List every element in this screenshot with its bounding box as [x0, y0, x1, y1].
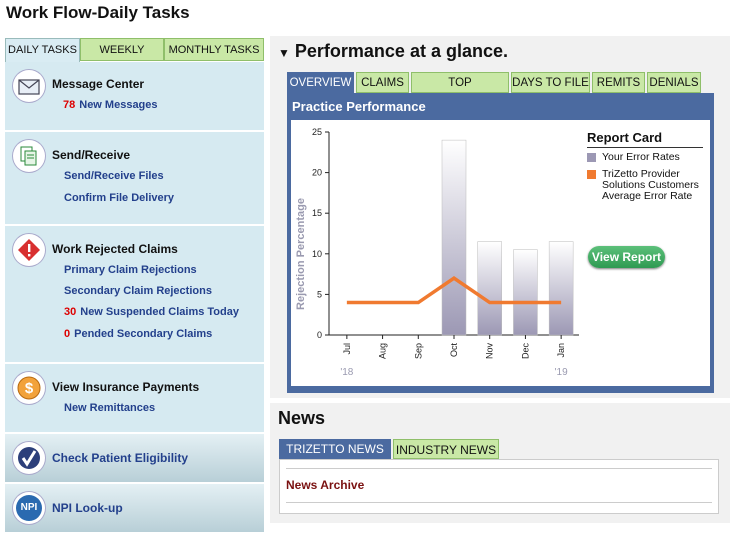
news-divider-bottom [286, 502, 712, 503]
news-archive-link[interactable]: News Archive [286, 478, 364, 492]
performance-heading-text: Performance at a glance. [294, 41, 508, 61]
legend-your-error-rates: Your Error Rates [602, 151, 680, 163]
y-tick-label: 5 [317, 289, 322, 299]
practice-performance-box: Practice Performance Rejection Percentag… [287, 93, 714, 393]
news-content: News Archive [279, 459, 719, 514]
envelope-icon [13, 70, 45, 102]
checkmark-icon [13, 442, 45, 474]
news-panel: News TRIZETTO NEWS INDUSTRY NEWS News Ar… [270, 403, 730, 523]
legend-average-error-rate: TriZetto Provider Solutions Customers Av… [602, 168, 699, 202]
y-tick-label: 15 [312, 208, 322, 218]
send-receive-files-link[interactable]: Send/Receive Files [64, 170, 164, 182]
patient-eligibility-title[interactable]: Check Patient Eligibility [52, 451, 188, 465]
confirm-file-delivery-link[interactable]: Confirm File Delivery [64, 192, 174, 204]
svg-text:$: $ [25, 380, 34, 397]
page-title: Work Flow-Daily Tasks [6, 3, 190, 22]
documents-icon [13, 140, 45, 172]
tab-remits[interactable]: REMITS [592, 72, 645, 93]
performance-heading: ▼ Performance at a glance. [278, 41, 508, 62]
tab-daily-tasks[interactable]: DAILY TASKS [5, 38, 80, 63]
npi-lookup-title[interactable]: NPI Look-up [52, 501, 123, 515]
tab-trizetto-news[interactable]: TRIZETTO NEWS [279, 439, 391, 459]
primary-claim-rejections-link[interactable]: Primary Claim Rejections [64, 264, 197, 276]
new-messages-count: 78 [63, 99, 76, 111]
chart-title: Practice Performance [292, 99, 426, 114]
y-axis-label: Rejection Percentage [295, 198, 307, 310]
year-label: '19 [555, 367, 568, 378]
chart-area: Rejection Percentage 0 5 10 15 20 25 Jul Aug Sep… [291, 120, 710, 386]
tab-denials[interactable]: DENIALS [647, 72, 701, 93]
daily-tasks-panel: DAILY TASKS WEEKLY TASKS MONTHLY TASKS M… [5, 38, 264, 536]
legend-swatch-your-error-rates [587, 153, 596, 162]
x-tick-label-sep: Sep [413, 343, 423, 359]
insurance-payments-section: $ View Insurance Payments New Remittance… [5, 364, 264, 434]
tab-industry-news[interactable]: INDUSTRY NEWS [393, 439, 499, 459]
news-heading: News [278, 408, 326, 428]
news-divider-top [286, 468, 712, 469]
performance-panel: ▼ Performance at a glance. OVERVIEW CLAIM… [270, 36, 730, 398]
tab-monthly-tasks[interactable]: MONTHLY TASKS [164, 38, 264, 61]
bar-nov [477, 241, 502, 336]
report-card-title: Report Card [587, 130, 663, 145]
dollar-coin-icon: $ [13, 372, 45, 404]
y-tick-label: 10 [312, 249, 322, 259]
legend-swatch-average-error-rate [587, 170, 596, 179]
suspended-claims-label: New Suspended Claims Today [80, 306, 239, 318]
tab-days-to-file[interactable]: DAYS TO FILE [511, 72, 590, 93]
message-center-title: Message Center [52, 77, 145, 91]
pended-claims-count: 0 [64, 328, 71, 340]
tab-weekly-tasks[interactable]: WEEKLY TASKS [80, 38, 164, 79]
rejected-claims-section: Work Rejected Claims Primary Claim Rejec… [5, 226, 264, 364]
bar-oct [441, 139, 467, 336]
x-tick-label-dec: Dec [520, 343, 530, 360]
x-tick-label-nov: Nov [485, 343, 495, 360]
view-report-button[interactable]: View Report [588, 246, 665, 268]
npi-lookup-section[interactable]: NPI NPI Look-up [5, 484, 264, 534]
send-receive-title: Send/Receive [52, 148, 131, 162]
message-center-section: Message Center 78 New Messages [5, 62, 264, 132]
task-tabs: DAILY TASKS WEEKLY TASKS MONTHLY TASKS [5, 38, 264, 79]
rejection-chart: Rejection Percentage 0 5 10 15 20 25 Jul Aug Sep… [295, 127, 579, 378]
warning-diamond-icon [13, 234, 45, 266]
tab-top-rejections[interactable]: TOP REJECTIONS [411, 72, 509, 110]
pended-claims-label: Pended Secondary Claims [74, 328, 213, 340]
patient-eligibility-section[interactable]: Check Patient Eligibility [5, 434, 264, 484]
x-tick-label-aug: Aug [378, 343, 388, 359]
npi-icon-text: NPI [16, 495, 42, 521]
insurance-payments-title: View Insurance Payments [52, 380, 200, 394]
send-receive-section: Send/Receive Send/Receive Files Confirm … [5, 132, 264, 226]
y-tick-label: 0 [317, 330, 322, 340]
rejected-claims-title: Work Rejected Claims [52, 242, 178, 256]
report-card-divider [587, 147, 703, 148]
x-tick-label-jan: Jan [556, 343, 566, 358]
x-tick-label-oct: Oct [449, 343, 459, 358]
new-messages-link[interactable]: 78 New Messages [63, 99, 158, 111]
new-messages-label: New Messages [79, 99, 158, 111]
bar-jan [548, 241, 574, 336]
tab-overview[interactable]: OVERVIEW [287, 72, 354, 94]
npi-icon: NPI [13, 492, 45, 524]
suspended-claims-link[interactable]: 30 New Suspended Claims Today [64, 306, 239, 318]
suspended-claims-count: 30 [64, 306, 77, 318]
year-label: '18 [340, 367, 353, 378]
collapse-triangle-icon[interactable]: ▼ [278, 46, 290, 60]
bar-dec [513, 249, 538, 336]
y-tick-label: 25 [312, 127, 322, 137]
secondary-claim-rejections-link[interactable]: Secondary Claim Rejections [64, 285, 212, 297]
pended-secondary-claims-link[interactable]: 0 Pended Secondary Claims [64, 328, 212, 340]
tab-claims[interactable]: CLAIMS [356, 72, 409, 93]
new-remittances-link[interactable]: New Remittances [64, 402, 155, 414]
y-tick-label: 20 [312, 168, 322, 178]
x-tick-label-jul: Jul [342, 343, 352, 355]
